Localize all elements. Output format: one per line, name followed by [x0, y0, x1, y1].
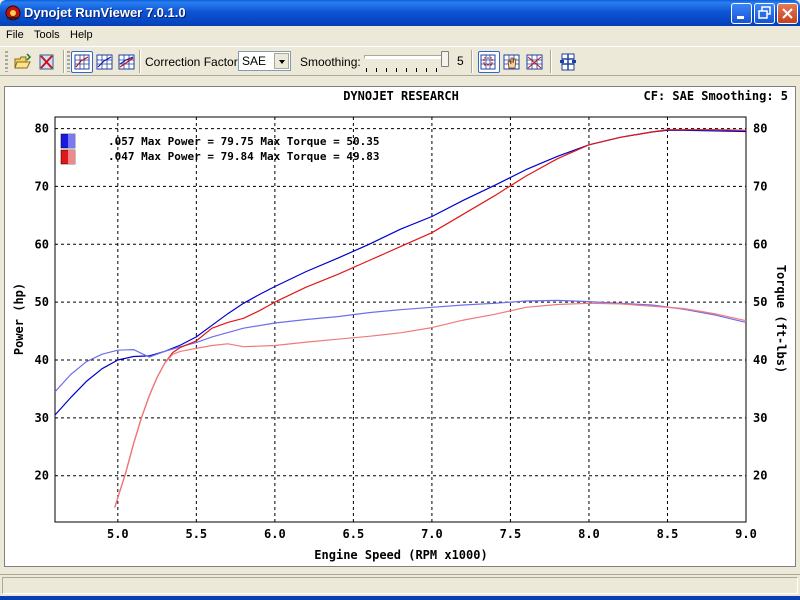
graph-view-2-icon	[96, 54, 113, 70]
zoom-graph-icon	[480, 54, 496, 70]
y-tick-label: 60	[35, 237, 49, 251]
y2-tick-label: 40	[753, 353, 767, 367]
y2-tick-label: 80	[753, 122, 767, 136]
y-axis-label: Power (hp)	[12, 283, 26, 355]
x-tick-label: 9.0	[735, 527, 757, 541]
x-tick-label: 7.0	[421, 527, 443, 541]
y-tick-label: 40	[35, 353, 49, 367]
chart-cf-info: CF: SAE Smoothing: 5	[644, 89, 789, 103]
app-window: Dynojet RunViewer 7.0.1.0 File Tools Hel…	[0, 0, 800, 600]
slider-ticks	[366, 68, 446, 72]
y-tick-label: 50	[35, 295, 49, 309]
chevron-down-icon[interactable]	[274, 53, 289, 69]
smoothing-value: 5	[457, 54, 464, 68]
x-tick-label: 5.5	[185, 527, 207, 541]
y2-tick-label: 20	[753, 469, 767, 483]
restore-icon	[758, 6, 771, 19]
correction-factor-label: Correction Factor:	[145, 55, 242, 69]
x-tick-label: 8.5	[657, 527, 679, 541]
x-tick-label: 6.5	[343, 527, 365, 541]
dyno-chart[interactable]: DYNOJET RESEARCH CF: SAE Smoothing: 5 5.…	[5, 87, 795, 566]
menu-help[interactable]: Help	[70, 29, 93, 41]
minimize-button[interactable]	[731, 3, 752, 24]
menu-tools[interactable]: Tools	[34, 29, 60, 41]
close-file-button[interactable]	[36, 51, 58, 73]
x-axis-ticks: 5.0 5.5 6.0 6.5 7.0 7.5 8.0 8.5 9.0	[107, 527, 757, 541]
legend-swatch-run2-shade	[68, 150, 75, 164]
chart-title: DYNOJET RESEARCH	[343, 89, 459, 103]
menu-bar: File Tools Help	[0, 26, 800, 45]
status-bar	[0, 574, 800, 596]
x-tick-label: 7.5	[500, 527, 522, 541]
plot-area	[54, 116, 747, 523]
slider-track[interactable]	[364, 55, 446, 59]
menu-file[interactable]: File	[6, 29, 24, 41]
status-pane	[2, 577, 798, 594]
graph-view-2-button[interactable]	[94, 51, 116, 73]
y2-tick-label: 60	[753, 237, 767, 251]
toolbar-grip-2[interactable]	[67, 51, 70, 72]
y-tick-label: 30	[35, 411, 49, 425]
smoothing-slider[interactable]	[362, 50, 450, 74]
x-tick-label: 5.0	[107, 527, 129, 541]
close-button[interactable]	[777, 3, 798, 24]
y2-tick-label: 70	[753, 179, 767, 193]
open-folder-icon	[14, 53, 32, 69]
run-files-button[interactable]	[558, 51, 580, 73]
dynojet-app-icon	[5, 5, 21, 21]
graph-view-3-icon	[118, 54, 135, 70]
y2-axis-label: Torque (ft-lbs)	[774, 265, 788, 373]
correction-factor-value: SAE	[242, 54, 267, 68]
y-axis-ticks: 20 30 40 50 60 70 80	[35, 122, 49, 483]
window-title: Dynojet RunViewer 7.0.1.0	[24, 5, 186, 20]
legend-swatch-run1-shade	[68, 134, 75, 148]
x-tick-label: 6.0	[264, 527, 286, 541]
title-bar[interactable]: Dynojet RunViewer 7.0.1.0	[0, 0, 800, 26]
graph-view-1-button[interactable]	[71, 51, 93, 73]
close-icon	[782, 8, 793, 19]
open-button[interactable]	[12, 51, 34, 73]
x-tick-label: 8.0	[578, 527, 600, 541]
chart-panel: DYNOJET RESEARCH CF: SAE Smoothing: 5 5.…	[4, 86, 796, 567]
y-tick-label: 70	[35, 179, 49, 193]
graph-view-1-icon	[74, 54, 90, 70]
legend-entry-run1: .057 Max Power = 79.75 Max Torque = 50.3…	[108, 135, 380, 148]
window-bottom-edge	[0, 596, 800, 600]
run-files-icon	[560, 53, 576, 71]
x-axis-label: Engine Speed (RPM x1000)	[314, 548, 487, 562]
close-file-icon	[39, 54, 54, 70]
correction-factor-select[interactable]: SAE	[238, 51, 291, 71]
toolbar-grip[interactable]	[5, 51, 8, 72]
legend-entry-run2: .047 Max Power = 79.84 Max Torque = 49.8…	[108, 150, 380, 163]
y2-tick-label: 50	[753, 295, 767, 309]
smoothing-label: Smoothing:	[300, 55, 361, 69]
pan-hand-icon	[503, 54, 520, 70]
minimize-icon	[737, 16, 744, 19]
restore-button[interactable]	[754, 3, 775, 24]
y2-tick-label: 30	[753, 411, 767, 425]
y-tick-label: 80	[35, 122, 49, 136]
y2-axis-ticks: 20 30 40 50 60 70 80	[753, 122, 767, 483]
slider-thumb[interactable]	[441, 51, 449, 67]
graph-view-3-button[interactable]	[116, 51, 138, 73]
pan-button[interactable]	[501, 51, 523, 73]
y-tick-label: 20	[35, 469, 49, 483]
crosshair-graph-icon	[526, 54, 543, 70]
zoom-graph-button[interactable]	[478, 51, 500, 73]
crosshair-graph-button[interactable]	[524, 51, 546, 73]
